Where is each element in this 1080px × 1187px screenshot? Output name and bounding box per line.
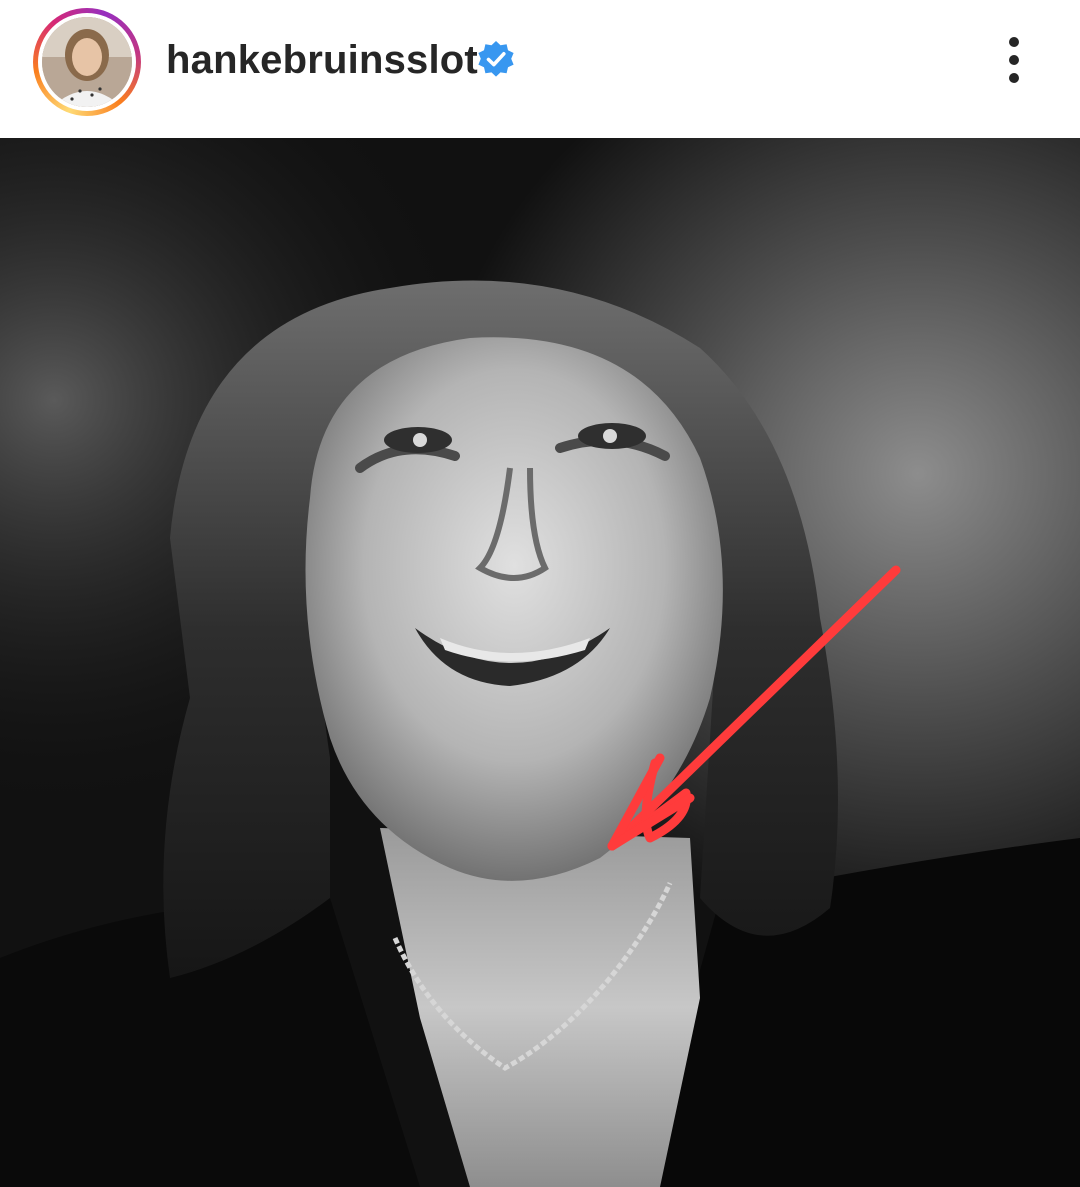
post-header: hankebruinsslot xyxy=(0,0,1080,138)
username[interactable]: hankebruinsslot xyxy=(166,37,478,83)
avatar-image xyxy=(42,17,132,107)
avatar[interactable] xyxy=(42,17,132,107)
story-ring[interactable] xyxy=(33,8,141,116)
portrait-image xyxy=(0,138,1080,1187)
post-photo[interactable] xyxy=(0,138,1080,1187)
verified-badge-icon xyxy=(478,41,514,77)
more-options-icon[interactable] xyxy=(990,30,1038,90)
